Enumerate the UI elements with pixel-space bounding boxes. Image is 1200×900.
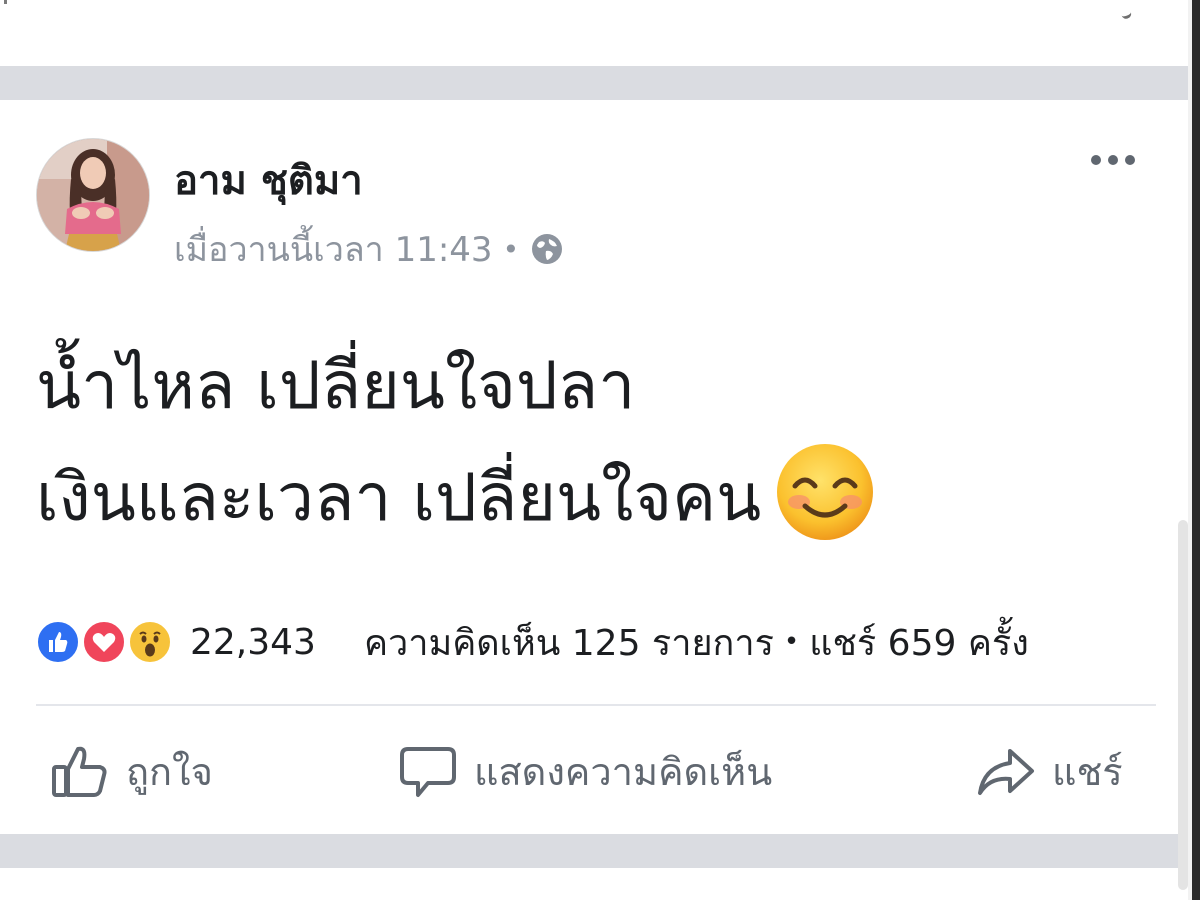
author-name[interactable]: อาม ชุติมา: [174, 148, 363, 212]
comment-count[interactable]: ความคิดเห็น 125 รายการ: [364, 614, 774, 671]
post-stats: 22,343 ความคิดเห็น 125 รายการ • แชร์ 659…: [36, 620, 1156, 664]
like-reaction-icon: [36, 620, 80, 664]
post-text-line: เงินและเวลา เปลี่ยนใจคน: [36, 442, 1156, 554]
feed-post: อาม ชุติมา เมื่อวานนี้เวลา 11:43 • น้ำไห…: [0, 100, 1188, 834]
next-post-fragment: [0, 868, 1188, 900]
feed-separator: [0, 834, 1188, 868]
reaction-count[interactable]: 22,343: [190, 622, 316, 663]
facebook-feed-screen: อาม ชุติมา เมื่อวานนี้เวลา 11:43 • น้ำไห…: [0, 0, 1200, 900]
post-meta: เมื่อวานนี้เวลา 11:43 •: [174, 222, 563, 276]
share-button[interactable]: แชร์: [976, 722, 1123, 820]
like-button[interactable]: ถูกใจ: [50, 722, 213, 820]
comment-bubble-icon: [398, 741, 458, 801]
author-avatar[interactable]: [36, 138, 150, 252]
previous-post-mark: [4, 0, 7, 4]
more-dot: [1108, 155, 1118, 165]
globe-icon: [531, 233, 563, 265]
love-reaction-icon: [82, 620, 126, 664]
reaction-icons[interactable]: [36, 620, 176, 664]
wow-reaction-icon: [128, 620, 172, 664]
post-text-line-text: เงินและเวลา เปลี่ยนใจคน: [36, 459, 762, 536]
post-text: น้ำไหล เปลี่ยนใจปลา เงินและเวลา เปลี่ยนใ…: [36, 330, 1156, 554]
meta-separator: •: [502, 232, 520, 266]
comment-button[interactable]: แสดงความคิดเห็น: [398, 722, 772, 820]
more-dot: [1125, 155, 1135, 165]
share-label: แชร์: [1052, 749, 1123, 794]
actions-divider: [36, 704, 1156, 706]
avatar-photo: [37, 139, 149, 251]
more-dot: [1091, 155, 1101, 165]
scrollbar[interactable]: [1178, 520, 1188, 890]
screen-edge-highlight: [1188, 0, 1192, 900]
like-label: ถูกใจ: [126, 749, 213, 794]
post-text-line: น้ำไหล เปลี่ยนใจปลา: [36, 347, 636, 424]
previous-post-fragment: [0, 0, 1188, 66]
engagement-summary: ความคิดเห็น 125 รายการ • แชร์ 659 ครั้ง: [364, 614, 1029, 671]
feed-separator: [0, 66, 1188, 100]
post-timestamp[interactable]: เมื่อวานนี้เวลา 11:43: [174, 222, 493, 276]
stats-separator: •: [783, 627, 800, 657]
comment-label: แสดงความคิดเห็น: [474, 749, 773, 794]
smiling-face-emoji: [775, 442, 875, 542]
share-count[interactable]: แชร์ 659 ครั้ง: [809, 614, 1029, 671]
more-options-icon[interactable]: [1086, 148, 1140, 172]
post-actions-bar: ถูกใจ แสดงความคิดเห็น แชร์: [36, 722, 1156, 820]
share-arrow-icon: [976, 741, 1036, 801]
thumbs-up-icon: [50, 741, 110, 801]
previous-post-icon-fragment: [1117, 0, 1133, 21]
